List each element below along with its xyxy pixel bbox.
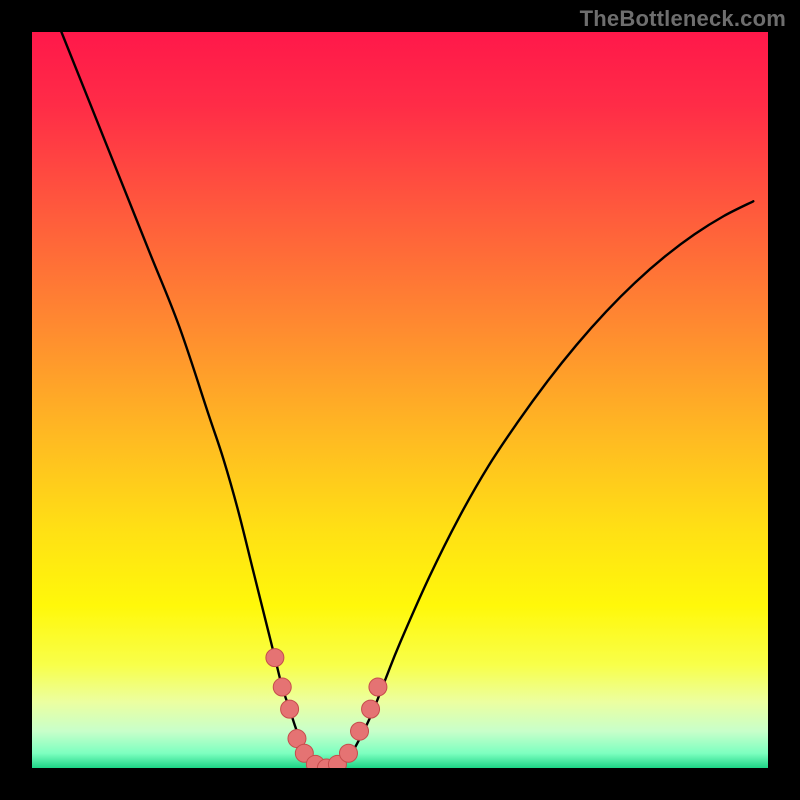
curve-marker [362, 700, 380, 718]
curve-marker [369, 678, 387, 696]
gradient-background [32, 32, 768, 768]
chart-frame: TheBottleneck.com [0, 0, 800, 800]
chart-svg [32, 32, 768, 768]
curve-marker [281, 700, 299, 718]
curve-marker [351, 722, 369, 740]
curve-marker [266, 649, 284, 667]
plot-area [32, 32, 768, 768]
watermark-text: TheBottleneck.com [580, 6, 786, 32]
curve-marker [273, 678, 291, 696]
curve-marker [339, 744, 357, 762]
